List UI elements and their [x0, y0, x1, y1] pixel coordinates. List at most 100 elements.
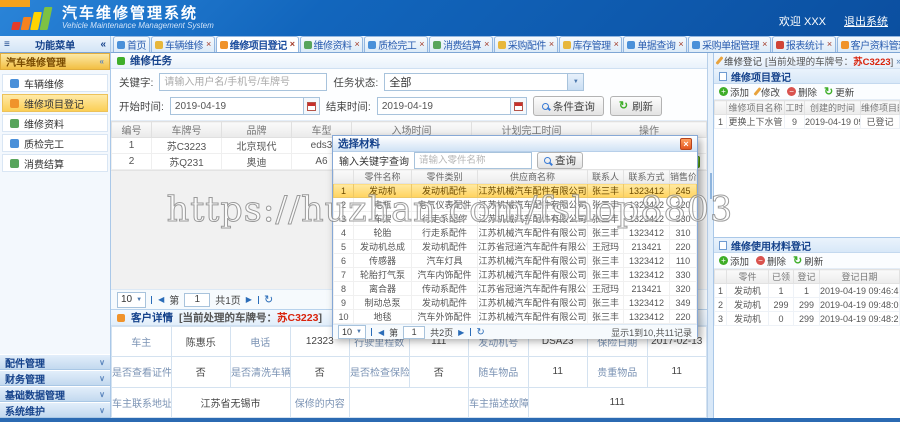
status-select[interactable]: 全部 ▼: [384, 73, 584, 91]
table-row[interactable]: 10地毯汽车外饰配件江苏机械汽车配件有限公司张三丰1323412220: [334, 310, 697, 324]
tab-repair-item-register[interactable]: 维修项目登记×: [216, 36, 299, 52]
tab-close-icon[interactable]: ×: [678, 40, 683, 49]
add-button[interactable]: +添加: [719, 254, 749, 268]
table-row[interactable]: 6传感器汽车灯具江苏机械汽车配件有限公司张三丰1323412110: [334, 254, 697, 268]
first-page-button[interactable]: [371, 328, 373, 336]
tab-close-icon[interactable]: ×: [614, 40, 619, 49]
logout-link[interactable]: 退出系统: [844, 13, 888, 29]
delete-button[interactable]: −删除: [787, 85, 817, 99]
tab-close-icon[interactable]: ×: [762, 40, 767, 49]
tab-customer-data[interactable]: 客户资料管理×: [837, 36, 900, 52]
sidebar-section-base-data[interactable]: 基础数据管理∨: [0, 386, 110, 402]
table-row[interactable]: 1 更换上下水管 9 2019-04-19 09:4 已登记: [715, 115, 900, 129]
end-date-input[interactable]: [378, 101, 510, 112]
tab-purchase-docs[interactable]: 采购单据管理×: [688, 36, 771, 52]
table-row[interactable]: 3车架行走系配件江苏机械汽车配件有限公司张三丰1323412330: [334, 212, 697, 226]
tab-quality-finish[interactable]: 质检完工×: [364, 36, 428, 52]
col-header[interactable]: 登记: [794, 270, 820, 284]
tab-close-icon[interactable]: ×: [355, 40, 360, 49]
reload-button[interactable]: ↻: [476, 327, 484, 338]
col-header[interactable]: 零件类别: [412, 170, 478, 184]
col-header[interactable]: 工时: [785, 101, 805, 115]
sidebar-item-repair-data[interactable]: 维修资料: [2, 114, 108, 132]
sidebar-item-quality-finish[interactable]: 质检完工: [2, 134, 108, 152]
col-header[interactable]: 编号: [112, 122, 152, 138]
tab-close-icon[interactable]: ×: [419, 40, 424, 49]
keyword-input[interactable]: [159, 73, 327, 91]
tab-close-icon[interactable]: ×: [206, 40, 211, 49]
tab-close-icon[interactable]: ×: [484, 40, 489, 49]
sidebar-item-repair-item-register[interactable]: 维修项目登记: [2, 94, 108, 112]
tab-inventory[interactable]: 库存管理×: [559, 36, 623, 52]
page-number-input[interactable]: [403, 326, 425, 339]
sidebar-section-finance[interactable]: 财务管理∨: [0, 370, 110, 386]
refresh-button[interactable]: ↻刷新: [610, 96, 662, 116]
col-header[interactable]: 销售价: [670, 170, 697, 184]
tab-report-stats[interactable]: 报表统计×: [772, 36, 836, 52]
page-size-select[interactable]: 10▼: [338, 325, 366, 339]
refresh-button[interactable]: ↻刷新: [793, 254, 823, 268]
tab-vehicle-repair[interactable]: 车辆维修×: [151, 36, 215, 52]
edit-button[interactable]: 修改: [756, 85, 780, 99]
sidebar-header[interactable]: ≡ 功能菜单 «: [0, 36, 111, 53]
dialog-titlebar[interactable]: 选择材料 ×: [333, 136, 697, 152]
calendar-icon[interactable]: [510, 98, 526, 114]
tab-document-query[interactable]: 单据查询×: [623, 36, 687, 52]
delete-button[interactable]: −删除: [756, 254, 786, 268]
sidebar-item-vehicle-repair[interactable]: 车辆维修: [2, 74, 108, 92]
col-header[interactable]: 登记日期: [820, 270, 900, 284]
col-header[interactable]: 联系人: [588, 170, 624, 184]
next-page-button[interactable]: ▶: [458, 328, 464, 337]
search-button[interactable]: 条件查询: [533, 96, 604, 116]
table-row[interactable]: 7轮胎打气泵汽车内饰配件江苏机械汽车配件有限公司张三丰1323412330: [334, 268, 697, 282]
tab-home[interactable]: 首页: [113, 36, 150, 52]
col-header[interactable]: 零件: [727, 270, 769, 284]
page-size-select[interactable]: 10▼: [117, 292, 146, 308]
reload-button[interactable]: ↻: [264, 293, 273, 306]
next-page-button[interactable]: ▶: [246, 295, 252, 304]
tab-repair-data[interactable]: 维修资料×: [300, 36, 364, 52]
col-header[interactable]: 品牌: [222, 122, 292, 138]
table-row[interactable]: 4轮胎行走系配件江苏机械汽车配件有限公司张三丰1323412310: [334, 226, 697, 240]
query-button[interactable]: 查询: [537, 152, 583, 169]
collapse-sidebar-icon[interactable]: «: [100, 39, 106, 50]
dropdown-arrow-icon[interactable]: ▼: [567, 74, 583, 90]
table-row[interactable]: 9制动总泵发动机配件江苏机械汽车配件有限公司张三丰1323412349: [334, 296, 697, 310]
calendar-icon[interactable]: [303, 98, 319, 114]
col-header[interactable]: 已领: [769, 270, 794, 284]
add-button[interactable]: +添加: [719, 85, 749, 99]
col-header[interactable]: 创建的时间: [805, 101, 861, 115]
last-page-button[interactable]: [469, 328, 471, 336]
col-header[interactable]: 维修项目名称: [727, 101, 785, 115]
col-header[interactable]: 车牌号: [152, 122, 222, 138]
table-row[interactable]: 1 发动机 1 1 2019-04-19 09:46:40: [715, 284, 900, 298]
tab-close-icon[interactable]: ×: [290, 40, 295, 49]
table-row[interactable]: 2 发动机 299 299 2019-04-19 09:48:05: [715, 298, 900, 312]
table-row[interactable]: 5发动机总成发动机配件江苏省冠道汽车配件有限公司王冠玛213421220: [334, 240, 697, 254]
first-page-button[interactable]: [151, 296, 153, 304]
page-number-input[interactable]: [184, 293, 210, 307]
part-search-input[interactable]: [414, 152, 532, 169]
tab-purchase-parts[interactable]: 采购配件×: [494, 36, 558, 52]
tab-close-icon[interactable]: ×: [827, 40, 832, 49]
panel-splitter[interactable]: [707, 53, 714, 418]
sidebar-item-consume-settle[interactable]: 消费结算: [2, 154, 108, 172]
col-header[interactable]: 联系方式: [624, 170, 670, 184]
table-row[interactable]: 2电瓶电气仪表配件江苏机械汽车配件有限公司张三丰1323412220: [334, 198, 697, 212]
col-header[interactable]: 零件名称: [354, 170, 412, 184]
start-date-input[interactable]: [171, 101, 303, 112]
prev-page-button[interactable]: ◀: [378, 328, 384, 337]
collapse-right-icon[interactable]: »: [896, 56, 900, 66]
prev-page-button[interactable]: ◀: [158, 295, 164, 304]
col-header[interactable]: 供应商名称: [478, 170, 588, 184]
close-icon[interactable]: ×: [680, 138, 692, 150]
last-page-button[interactable]: [257, 296, 259, 304]
tab-close-icon[interactable]: ×: [549, 40, 554, 49]
sidebar-section-vehicle-repair[interactable]: 汽车维修管理 «: [0, 53, 110, 70]
tab-consume-settle[interactable]: 消费结算×: [429, 36, 493, 52]
update-button[interactable]: ↻更新: [824, 85, 854, 99]
col-header[interactable]: 维修项目的状态: [861, 101, 900, 115]
sidebar-section-parts[interactable]: 配件管理∨: [0, 354, 110, 370]
table-row[interactable]: 8离合器传动系配件江苏省冠道汽车配件有限公司王冠玛213421320: [334, 282, 697, 296]
table-row-selected[interactable]: 1发动机发动机配件江苏机械汽车配件有限公司张三丰1323412245: [334, 184, 697, 198]
